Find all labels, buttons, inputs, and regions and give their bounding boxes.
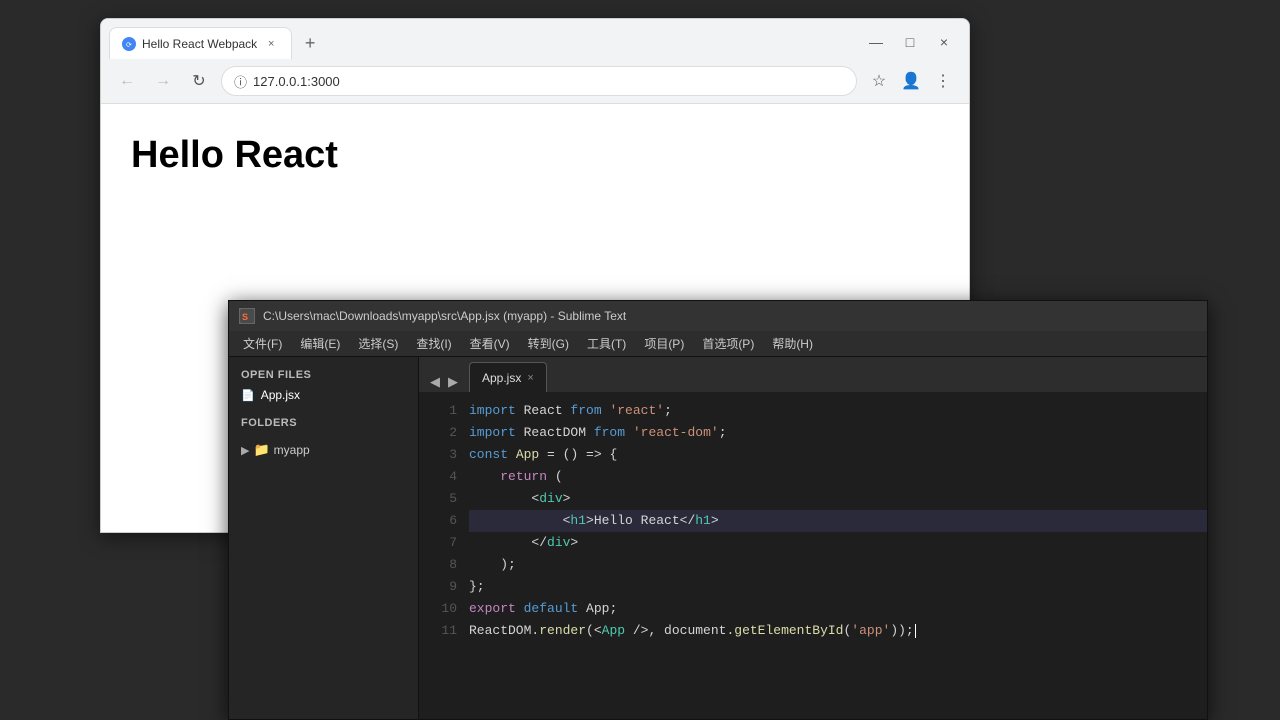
folder-icon-symbol: 📁 <box>253 442 269 458</box>
page-heading: Hello React <box>131 134 939 177</box>
minimize-button[interactable]: — <box>863 29 889 55</box>
menu-file[interactable]: 文件(F) <box>235 333 290 354</box>
line-num-9: 9 <box>419 576 469 598</box>
editor-titlebar: S C:\Users\mac\Downloads\myapp\src\App.j… <box>229 301 1207 331</box>
folders-title: FOLDERS <box>229 413 418 433</box>
open-files-title: OPEN FILES <box>229 365 418 385</box>
code-line-4: return ( <box>469 466 1207 488</box>
code-line-11: ReactDOM.render(<App />, document.getEle… <box>469 620 1207 642</box>
code-line-5: <div> <box>469 488 1207 510</box>
bookmark-icon[interactable]: ☆ <box>865 67 893 95</box>
editor-sidebar: OPEN FILES 📄 App.jsx FOLDERS ▶ 📁 myapp <box>229 357 419 719</box>
profile-icon[interactable]: 👤 <box>897 67 925 95</box>
sidebar-folder-myapp[interactable]: ▶ 📁 myapp <box>229 439 418 461</box>
address-input[interactable]: ⓘ 127.0.0.1:3000 <box>221 66 857 96</box>
refresh-button[interactable]: ↻ <box>185 67 213 95</box>
line-num-1: 1 <box>419 400 469 422</box>
code-line-10: export default App; <box>469 598 1207 620</box>
code-line-8: ); <box>469 554 1207 576</box>
forward-button[interactable]: → <box>149 67 177 95</box>
code-line-7: </div> <box>469 532 1207 554</box>
line-num-8: 8 <box>419 554 469 576</box>
tab-label: Hello React Webpack <box>142 37 257 51</box>
tab-favicon-icon: ⟳ <box>122 37 136 51</box>
folder-name: myapp <box>274 443 310 457</box>
maximize-button[interactable]: □ <box>897 29 923 55</box>
tab-close-button[interactable]: × <box>263 36 279 52</box>
menu-help[interactable]: 帮助(H) <box>764 333 821 354</box>
code-line-1: import React from 'react'; <box>469 400 1207 422</box>
menu-edit[interactable]: 编辑(E) <box>292 333 348 354</box>
menu-goto[interactable]: 转到(G) <box>520 333 577 354</box>
editor-tab-appjsx[interactable]: App.jsx × <box>469 362 547 392</box>
line-num-11: 11 <box>419 620 469 642</box>
menu-project[interactable]: 项目(P) <box>636 333 692 354</box>
editor-window: S C:\Users\mac\Downloads\myapp\src\App.j… <box>228 300 1208 720</box>
editor-tab-close-button[interactable]: × <box>527 372 533 384</box>
code-lines: import React from 'react'; import ReactD… <box>469 392 1207 719</box>
chevron-right-icon: ▶ <box>241 444 249 457</box>
info-icon: ⓘ <box>234 72 247 91</box>
tab-nav-next[interactable]: ▶ <box>445 372 461 392</box>
sidebar-file-appjsx[interactable]: 📄 App.jsx <box>229 385 418 405</box>
code-area[interactable]: 1 2 3 4 5 6 7 8 9 10 11 import React fro… <box>419 392 1207 719</box>
menu-preferences[interactable]: 首选项(P) <box>694 333 762 354</box>
code-line-3: const App = () => { <box>469 444 1207 466</box>
line-numbers: 1 2 3 4 5 6 7 8 9 10 11 <box>419 392 469 719</box>
code-line-2: import ReactDOM from 'react-dom'; <box>469 422 1207 444</box>
address-bar: ← → ↻ ⓘ 127.0.0.1:3000 ☆ 👤 ⋮ <box>101 59 969 103</box>
sidebar-filename: App.jsx <box>261 388 300 402</box>
code-line-6: <h1>Hello React</h1> <box>469 510 1207 532</box>
svg-text:S: S <box>242 312 248 322</box>
editor-menubar: 文件(F) 编辑(E) 选择(S) 查找(I) 查看(V) 转到(G) 工具(T… <box>229 331 1207 357</box>
menu-icon[interactable]: ⋮ <box>929 67 957 95</box>
editor-body: OPEN FILES 📄 App.jsx FOLDERS ▶ 📁 myapp ◀… <box>229 357 1207 719</box>
line-num-10: 10 <box>419 598 469 620</box>
tab-nav: ◀ ▶ <box>427 372 467 392</box>
tab-bar: ⟳ Hello React Webpack × + — □ × <box>101 19 969 59</box>
code-line-9: }; <box>469 576 1207 598</box>
menu-view[interactable]: 查看(V) <box>462 333 518 354</box>
line-num-7: 7 <box>419 532 469 554</box>
editor-main: ◀ ▶ App.jsx × 1 2 3 4 5 6 7 8 <box>419 357 1207 719</box>
menu-tools[interactable]: 工具(T) <box>579 333 634 354</box>
editor-app-icon: S <box>239 308 255 324</box>
svg-text:⟳: ⟳ <box>126 42 132 49</box>
url-text: 127.0.0.1:3000 <box>253 74 340 89</box>
editor-tabs: ◀ ▶ App.jsx × <box>419 357 1207 392</box>
tab-nav-prev[interactable]: ◀ <box>427 372 443 392</box>
line-num-2: 2 <box>419 422 469 444</box>
line-num-5: 5 <box>419 488 469 510</box>
menu-find[interactable]: 查找(I) <box>408 333 459 354</box>
editor-tab-name: App.jsx <box>482 371 521 385</box>
editor-title-text: C:\Users\mac\Downloads\myapp\src\App.jsx… <box>263 309 626 323</box>
line-num-6: 6 <box>419 510 469 532</box>
file-icon: 📄 <box>241 389 255 402</box>
menu-select[interactable]: 选择(S) <box>350 333 406 354</box>
new-tab-button[interactable]: + <box>296 29 324 57</box>
line-num-4: 4 <box>419 466 469 488</box>
back-button[interactable]: ← <box>113 67 141 95</box>
line-num-3: 3 <box>419 444 469 466</box>
window-controls: — □ × <box>863 29 957 55</box>
browser-chrome: ⟳ Hello React Webpack × + — □ × ← → ↻ ⓘ … <box>101 19 969 104</box>
toolbar-icons: ☆ 👤 ⋮ <box>865 67 957 95</box>
close-button[interactable]: × <box>931 29 957 55</box>
browser-tab[interactable]: ⟳ Hello React Webpack × <box>109 27 292 59</box>
